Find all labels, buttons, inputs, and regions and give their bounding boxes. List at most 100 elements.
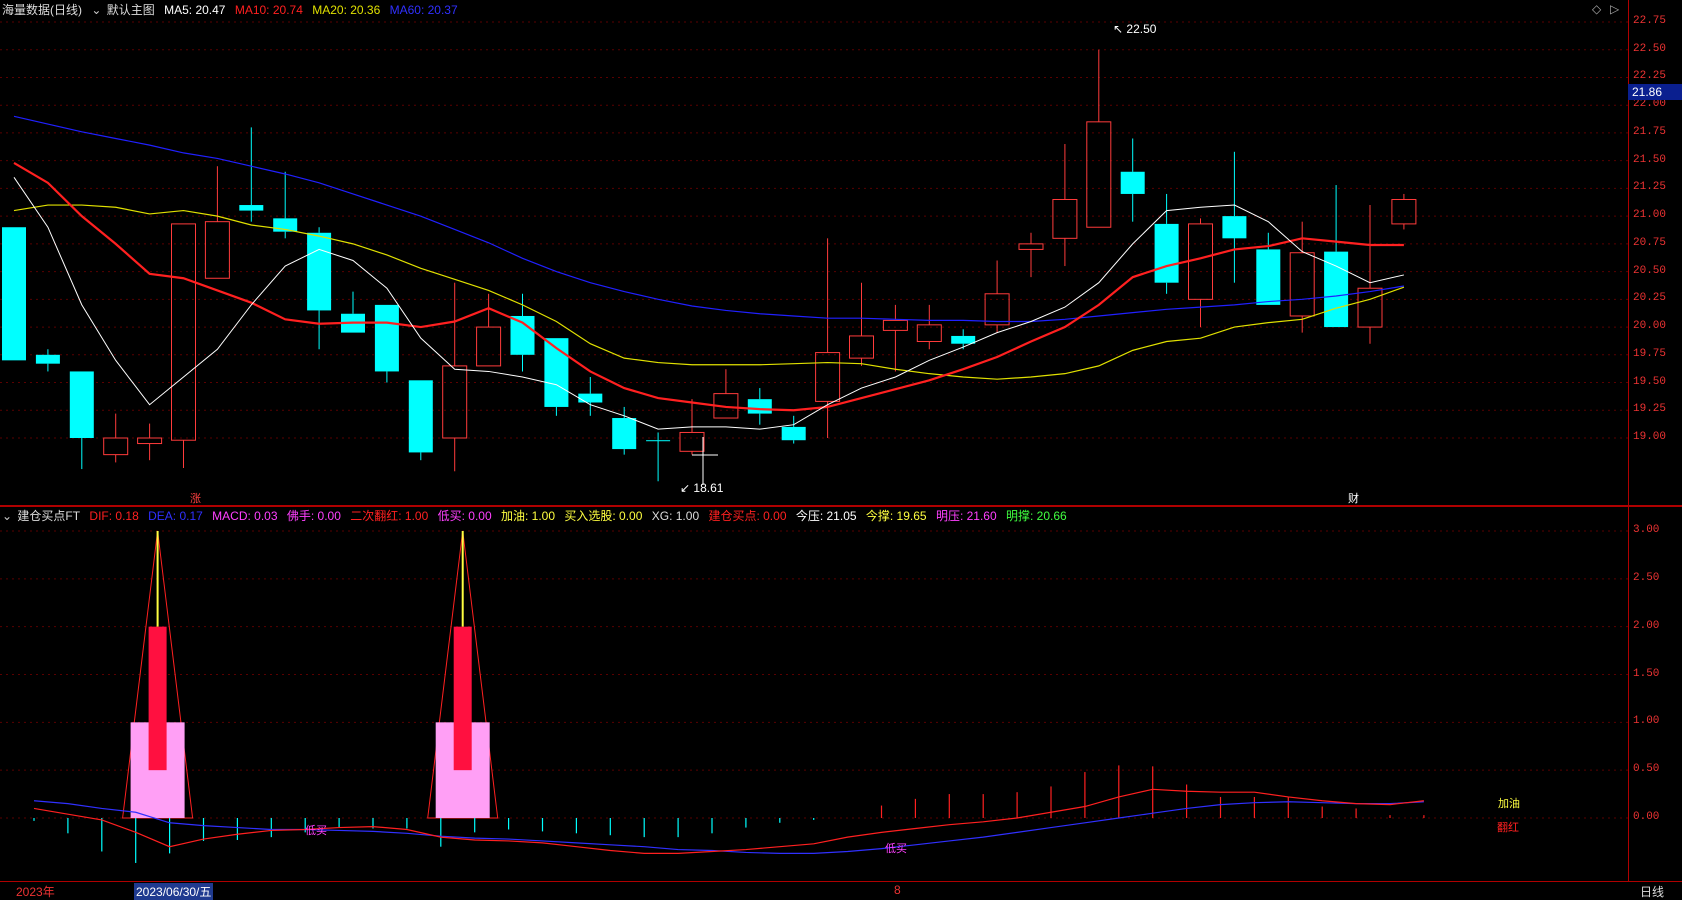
ma10-line — [13, 161, 1404, 412]
candle — [1120, 138, 1145, 222]
date-selected: 2023/06/30/五 — [134, 883, 214, 900]
price-tick: 22.75 — [1633, 15, 1667, 27]
candle — [1222, 151, 1247, 283]
collapse-arrow-icon[interactable]: ▷ — [1610, 2, 1619, 16]
main-legend: 海量数据(日线) ⌄ 默认主图 MA5: 20.47 MA10: 20.74 M… — [2, 1, 464, 19]
chevron-down-icon[interactable]: ⌄ — [91, 3, 101, 17]
chevron-down-icon[interactable]: ⌄ — [2, 509, 12, 523]
marker-fanhong: 翻红 — [1497, 820, 1519, 834]
jiayou-value: 加油: 1.00 — [501, 509, 556, 523]
price-tick: 19.75 — [1633, 347, 1667, 360]
indicator-tick: 0.50 — [1633, 763, 1660, 776]
candle — [1154, 193, 1179, 294]
dif-value: DIF: 0.18 — [89, 509, 139, 523]
main-chart-label[interactable]: 默认主图 — [107, 3, 155, 17]
candle — [1086, 49, 1112, 228]
candle — [578, 376, 603, 416]
candle — [747, 388, 772, 425]
candle — [612, 406, 637, 455]
candle — [646, 432, 671, 482]
marker-jiayou: 加油 — [1498, 796, 1520, 810]
price-tick: 21.00 — [1633, 209, 1667, 222]
price-tick: 21.75 — [1633, 125, 1667, 138]
erci-value: 二次翻红: 1.00 — [350, 509, 429, 523]
low-price-label: ↙ 18.61 — [680, 481, 724, 495]
price-tick: 19.25 — [1633, 403, 1667, 416]
dif-line — [33, 788, 1424, 854]
candle — [713, 369, 739, 419]
candle — [1018, 232, 1044, 278]
indicator-chart[interactable]: 低买低买加油翻红 — [0, 507, 1628, 881]
candle — [442, 282, 468, 472]
candle — [69, 371, 94, 470]
dea-line — [33, 800, 1424, 854]
mairu-value: 买入选股: 0.00 — [564, 509, 643, 523]
indicator-tick: 3.00 — [1633, 524, 1660, 536]
diamond-icon[interactable]: ◇ — [1592, 2, 1601, 16]
indicator-tick: 1.00 — [1633, 715, 1660, 728]
candle — [35, 349, 60, 372]
ma5-line — [13, 177, 1405, 430]
indicator-title[interactable]: 建仓买点FT — [17, 509, 80, 523]
price-tick: 22.25 — [1633, 70, 1667, 83]
current-price-tag: 21.86 — [1628, 84, 1682, 100]
date-month: 8 — [894, 883, 901, 897]
indicator-tick: 1.50 — [1633, 667, 1660, 680]
ma20-value: MA20: 20.36 — [312, 3, 381, 17]
candle — [1391, 193, 1417, 230]
price-tick: 20.75 — [1633, 236, 1667, 249]
macd-value: MACD: 0.03 — [212, 509, 278, 523]
price-tick: 20.25 — [1633, 292, 1667, 305]
date-start: 2023年 — [16, 885, 55, 899]
main-chart-panel[interactable]: ↖ 22.50 ↙ 18.61 涨 财 海量数据(日线) ⌄ 默认主图 MA5: 20… — [0, 0, 1628, 505]
marker-cai[interactable]: 财 — [1348, 491, 1359, 505]
jiancang-value: 建仓买点: 0.00 — [708, 509, 787, 523]
marker-zhang[interactable]: 涨 — [190, 492, 201, 505]
candle — [171, 223, 196, 468]
price-tick: 21.50 — [1633, 153, 1667, 166]
candle — [1052, 144, 1078, 267]
candle — [307, 227, 332, 350]
dimai-value: 低买: 0.00 — [437, 509, 492, 523]
candle — [2, 227, 26, 361]
candle — [951, 329, 976, 350]
candle — [882, 304, 908, 372]
candle — [204, 166, 230, 279]
indicator-tick: 0.00 — [1633, 811, 1660, 823]
price-tick: 19.00 — [1633, 431, 1667, 443]
mingcheng-value: 明撑: 20.66 — [1005, 509, 1067, 523]
indicator-tick: 2.50 — [1633, 571, 1660, 584]
mingya-value: 明压: 21.60 — [935, 509, 997, 523]
candle — [374, 304, 399, 383]
xg-value: XG: 1.00 — [651, 509, 700, 523]
price-axis: 22.75 22.50 22.25 22.00 21.75 21.50 21.25 21.00… — [1628, 0, 1682, 505]
jinya-value: 今压: 21.05 — [795, 509, 857, 523]
ma60-line — [13, 115, 1404, 323]
candle — [341, 291, 365, 333]
fo-value: 佛手: 0.00 — [286, 509, 341, 523]
price-tick: 20.00 — [1633, 320, 1667, 333]
candle — [239, 127, 264, 222]
candle — [103, 413, 129, 463]
ma5-value: MA5: 20.47 — [164, 3, 226, 17]
candle — [1357, 205, 1383, 344]
price-tick: 22.50 — [1633, 42, 1667, 55]
high-price-label: ↖ 22.50 — [1113, 22, 1157, 36]
indicator-tick: 2.00 — [1633, 619, 1660, 632]
date-axis[interactable]: 2023年 2023/06/30/五 8 日线 — [0, 881, 1682, 900]
marker-dimai: 低买 — [885, 842, 907, 855]
candle — [544, 338, 569, 416]
candlestick-chart[interactable]: ↖ 22.50 ↙ 18.61 涨 财 — [0, 0, 1628, 505]
candle — [137, 423, 163, 461]
indicator-legend: ⌄ 建仓买点FT DIF: 0.18 DEA: 0.17 MACD: 0.03 … — [2, 507, 1073, 525]
candle — [849, 282, 874, 366]
indicator-panel[interactable]: 低买 低买 加油 翻红 ⌄ 建仓买点FT DIF: 0.18 DEA: 0.17 MA… — [0, 507, 1628, 881]
jincheng-value: 今撑: 19.65 — [865, 509, 927, 523]
ma10-value: MA10: 20.74 — [234, 3, 303, 17]
chart-title: 海量数据(日线) — [2, 3, 82, 17]
marker-dimai: 低买 — [305, 824, 327, 837]
price-tick: 19.50 — [1633, 375, 1667, 388]
candle — [1188, 218, 1213, 328]
period-label[interactable]: 日线 — [1640, 883, 1664, 900]
candle — [408, 380, 433, 461]
